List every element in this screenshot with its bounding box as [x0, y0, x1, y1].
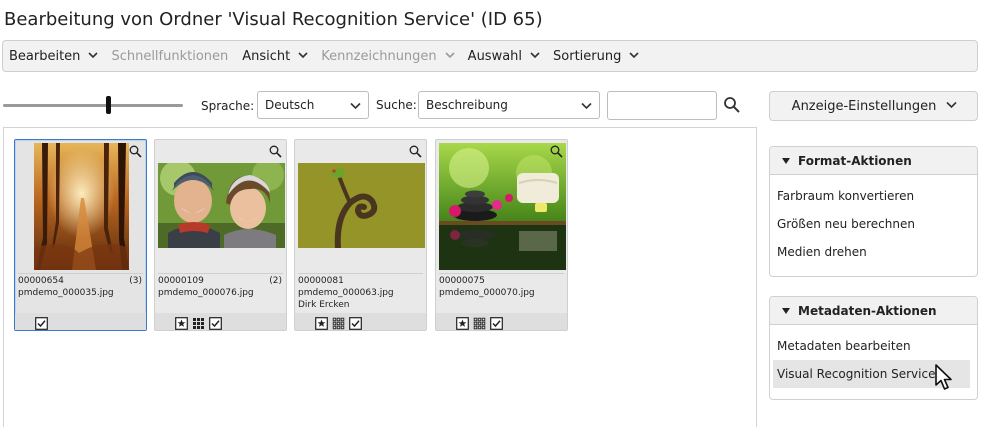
chevron-down-icon: [88, 50, 99, 59]
caret-down-icon: [782, 307, 790, 314]
display-settings-label: Anzeige-Einstellungen: [791, 98, 937, 114]
spa-stones-thumbnail[interactable]: [439, 143, 566, 270]
grid-icon[interactable]: [332, 315, 345, 330]
checkbox-icon[interactable]: [349, 315, 362, 330]
chevron-down-icon: [581, 101, 592, 110]
page-title: Bearbeitung von Ordner 'Visual Recogniti…: [4, 9, 543, 30]
menu-label: Kennzeichnungen: [321, 48, 437, 64]
card-divider: [158, 273, 283, 274]
zoom-icon[interactable]: [269, 143, 282, 158]
zoom-icon[interactable]: [129, 143, 142, 158]
frog-twig-thumbnail[interactable]: [298, 163, 425, 248]
chevron-down-icon: [946, 100, 957, 109]
version-count: (3): [129, 276, 142, 286]
media-card[interactable]: 00000109 (2) pmdemo_000076.jpg: [154, 139, 287, 331]
menu-bearbeiten[interactable]: Bearbeiten: [9, 48, 99, 64]
caret-down-icon: [782, 157, 790, 164]
checkbox-icon[interactable]: [490, 315, 503, 330]
slider-track: [3, 104, 183, 107]
action-edit-metadata[interactable]: Metadaten bearbeiten: [770, 332, 977, 360]
action-convert-colorspace[interactable]: Farbraum konvertieren: [770, 182, 977, 210]
card-action-bar: [295, 313, 426, 330]
grid-icon[interactable]: [192, 315, 205, 329]
media-id: 00000081: [298, 276, 344, 286]
menu-ansicht[interactable]: Ansicht: [242, 48, 308, 64]
search-icon[interactable]: [723, 96, 741, 114]
media-filename: pmdemo_000070.jpg: [439, 288, 535, 298]
media-card[interactable]: 00000075 pmdemo_000070.jpg: [435, 139, 568, 331]
language-select[interactable]: Deutsch: [257, 91, 369, 119]
slider-handle[interactable]: [106, 96, 111, 114]
couple-winter-thumbnail[interactable]: [158, 163, 285, 248]
menu-label: Ansicht: [242, 48, 291, 64]
display-settings-button[interactable]: Anzeige-Einstellungen: [769, 91, 978, 121]
media-card[interactable]: 00000081 pmdemo_000063.jpg Dirk Ercken: [294, 139, 427, 331]
panel-title: Format-Aktionen: [798, 153, 912, 168]
chevron-down-icon: [445, 50, 455, 59]
star-icon[interactable]: [315, 315, 328, 330]
menu-label: Sortierung: [553, 48, 622, 64]
media-card[interactable]: 00000654 (3) pmdemo_000035.jpg: [14, 139, 147, 331]
zoom-icon[interactable]: [550, 143, 563, 158]
version-count: (2): [269, 276, 282, 286]
language-select-value: Deutsch: [265, 98, 315, 112]
checkbox-icon[interactable]: [35, 315, 48, 330]
card-action-bar: [15, 313, 146, 330]
metadata-actions-header[interactable]: Metadaten-Aktionen: [770, 297, 977, 325]
media-id: 00000109: [158, 276, 204, 286]
language-label: Sprache:: [201, 99, 255, 113]
card-action-bar: [155, 313, 286, 330]
zoom-icon[interactable]: [409, 143, 422, 158]
card-divider: [439, 273, 564, 274]
chevron-down-icon: [629, 50, 639, 59]
menu-label: Schnellfunktionen: [111, 48, 229, 64]
menu-auswahl[interactable]: Auswahl: [467, 48, 540, 64]
card-divider: [298, 273, 423, 274]
panel-title: Metadaten-Aktionen: [798, 303, 937, 318]
action-resize[interactable]: Größen neu berechnen: [770, 210, 977, 238]
chevron-down-icon: [530, 50, 540, 59]
forest-path-thumbnail[interactable]: [34, 143, 129, 270]
menu-label: Bearbeiten: [9, 48, 81, 64]
action-rotate[interactable]: Medien drehen: [770, 238, 977, 266]
menu-sortierung[interactable]: Sortierung: [553, 48, 639, 64]
search-input[interactable]: [607, 91, 717, 120]
thumbnail-size-slider[interactable]: [3, 96, 183, 114]
star-icon[interactable]: [456, 315, 469, 330]
card-divider: [18, 273, 143, 274]
card-action-bar: [436, 313, 567, 330]
search-field-value: Beschreibung: [426, 98, 508, 112]
media-author: Dirk Ercken: [298, 300, 350, 310]
search-field-select[interactable]: Beschreibung: [418, 91, 600, 119]
format-actions-header[interactable]: Format-Aktionen: [770, 147, 977, 175]
media-id: 00000654: [18, 276, 64, 286]
media-filename: pmdemo_000076.jpg: [158, 288, 254, 298]
chevron-down-icon: [350, 101, 361, 110]
chevron-down-icon: [298, 50, 308, 59]
menu-schnellfunktionen: Schnellfunktionen: [111, 49, 228, 64]
media-id: 00000075: [439, 276, 485, 286]
main-menubar: Bearbeiten Schnellfunktionen Ansicht Ken…: [2, 40, 978, 72]
media-filename: pmdemo_000035.jpg: [18, 288, 114, 298]
star-icon[interactable]: [175, 315, 188, 330]
mouse-cursor-icon: [934, 363, 956, 393]
format-actions-panel: Format-Aktionen Farbraum konvertieren Gr…: [769, 146, 978, 277]
search-label: Suche:: [376, 98, 417, 112]
grid-icon[interactable]: [473, 315, 486, 330]
menu-kennzeichnungen: Kennzeichnungen: [321, 48, 455, 64]
media-filename: pmdemo_000063.jpg: [298, 288, 394, 298]
menu-label: Auswahl: [467, 48, 523, 64]
checkbox-icon[interactable]: [209, 315, 222, 330]
